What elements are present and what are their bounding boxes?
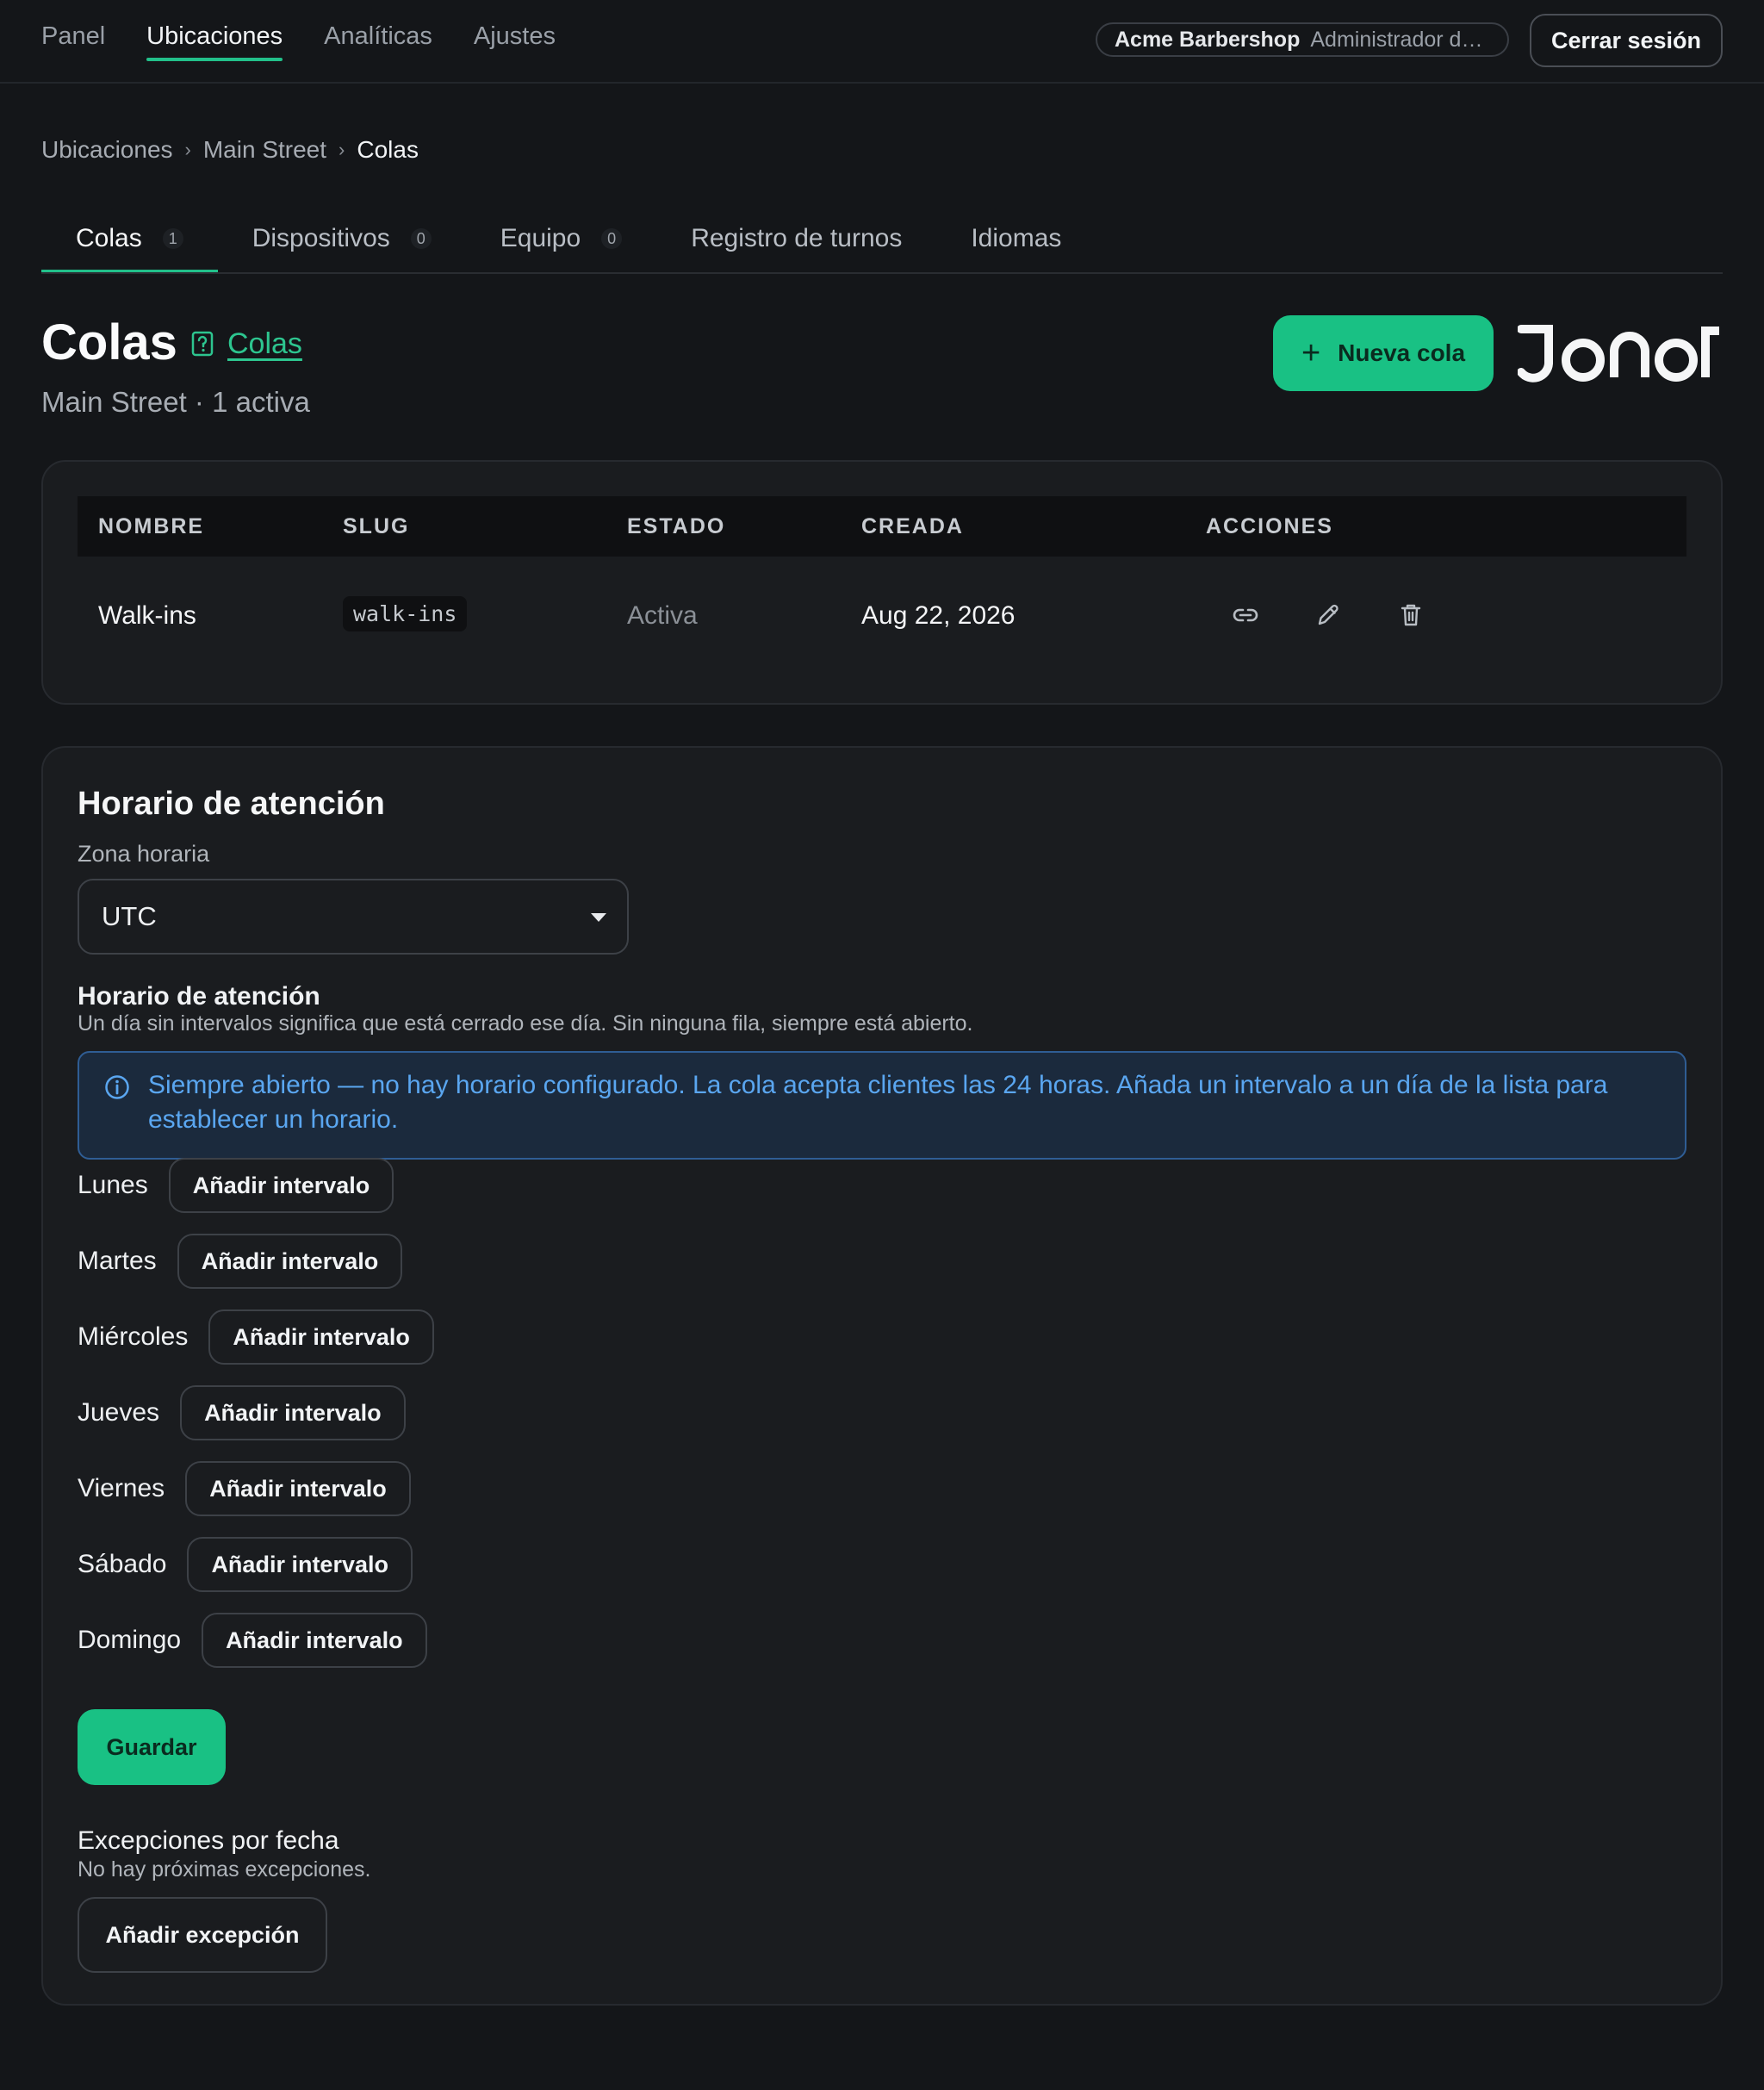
day-row-lunes: Lunes Añadir intervalo — [78, 1158, 394, 1213]
day-label: Jueves — [78, 1398, 160, 1427]
plus-icon: + — [1301, 335, 1321, 371]
tab-idiomas[interactable]: Idiomas — [936, 207, 1096, 271]
table-header: NOMBRE SLUG ESTADO CREADA ACCIONES — [78, 496, 1686, 557]
add-interval-button[interactable]: Añadir intervalo — [208, 1309, 434, 1365]
add-interval-button[interactable]: Añadir intervalo — [185, 1461, 411, 1516]
tab-colas[interactable]: Colas 1 — [41, 207, 218, 272]
breadcrumb-separator: › — [339, 139, 345, 160]
add-exception-button[interactable]: Añadir excepción — [78, 1897, 327, 1973]
org-role: Administrador de... — [1310, 27, 1490, 52]
chevron-down-icon — [591, 913, 606, 922]
breadcrumb-separator: › — [184, 139, 191, 160]
tab-count-badge: 0 — [601, 228, 623, 249]
tab-label: Equipo — [500, 224, 581, 252]
page-subtitle: Main Street · 1 activa — [41, 386, 310, 418]
nav-link-analiticas[interactable]: Analíticas — [324, 22, 432, 54]
location-tabs: Colas 1 Dispositivos 0 Equipo 0 Registro… — [41, 207, 1723, 274]
logout-button[interactable]: Cerrar sesión — [1530, 14, 1723, 67]
timezone-select[interactable]: UTC — [78, 879, 629, 955]
docs-link[interactable]: Colas — [227, 327, 302, 361]
add-interval-button[interactable]: Añadir intervalo — [177, 1234, 403, 1289]
nav-link-ubicaciones[interactable]: Ubicaciones — [146, 22, 283, 61]
day-label: Martes — [78, 1247, 157, 1275]
tab-label: Idiomas — [971, 224, 1062, 252]
day-row-sabado: Sábado Añadir intervalo — [78, 1537, 413, 1592]
tab-count-badge: 0 — [410, 228, 432, 249]
timezone-label: Zona horaria — [78, 841, 210, 867]
exceptions-empty-text: No hay próximas excepciones. — [78, 1857, 371, 1882]
breadcrumb-item-current: Colas — [357, 136, 419, 163]
exceptions-title: Excepciones por fecha — [78, 1826, 339, 1855]
queue-slug-cell: walk-ins — [343, 596, 468, 631]
brand-logo — [1518, 325, 1719, 383]
column-header-acciones: ACCIONES — [1206, 513, 1333, 538]
tab-label: Registro de turnos — [691, 224, 903, 252]
day-row-viernes: Viernes Añadir intervalo — [78, 1461, 411, 1516]
schedule-section-title: Horario de atención — [78, 982, 320, 1011]
new-queue-button[interactable]: + Nueva cola — [1273, 315, 1494, 391]
day-row-miercoles: Miércoles Añadir intervalo — [78, 1309, 434, 1365]
opening-hours-title: Horario de atención — [78, 786, 385, 822]
nav-link-ajustes[interactable]: Ajustes — [474, 22, 556, 54]
breadcrumb-item-ubicaciones[interactable]: Ubicaciones — [41, 136, 173, 164]
add-interval-button[interactable]: Añadir intervalo — [168, 1158, 394, 1213]
day-label: Viernes — [78, 1474, 165, 1502]
page: Panel Ubicaciones Analíticas Ajustes Acm… — [0, 0, 1764, 2090]
schedule-section-description: Un día sin intervalos significa que está… — [78, 1011, 973, 1036]
nav-link-panel[interactable]: Panel — [41, 22, 105, 54]
opening-hours-card: Horario de atención Zona horaria UTC Hor… — [41, 746, 1723, 2006]
tab-registro-de-turnos[interactable]: Registro de turnos — [656, 207, 936, 271]
day-label: Domingo — [78, 1626, 182, 1654]
tab-label: Colas — [76, 224, 142, 252]
day-label: Miércoles — [78, 1322, 189, 1351]
queue-created-cell: Aug 22, 2026 — [861, 601, 1016, 630]
page-title: Colas — [41, 314, 177, 370]
link-icon[interactable] — [1230, 600, 1261, 631]
add-interval-button[interactable]: Añadir intervalo — [202, 1613, 427, 1668]
queue-name-cell: Walk-ins — [98, 601, 196, 630]
day-row-martes: Martes Añadir intervalo — [78, 1234, 403, 1289]
day-row-domingo: Domingo Añadir intervalo — [78, 1613, 427, 1668]
new-queue-label: Nueva cola — [1338, 339, 1466, 366]
tab-count-badge: 1 — [162, 228, 183, 249]
org-name: Acme Barbershop — [1115, 27, 1301, 52]
timezone-value: UTC — [102, 901, 157, 931]
day-label: Sábado — [78, 1550, 167, 1578]
column-header-slug[interactable]: SLUG — [343, 514, 409, 539]
day-row-jueves: Jueves Añadir intervalo — [78, 1385, 406, 1440]
column-header-nombre[interactable]: NOMBRE — [98, 514, 204, 539]
help-doc-icon — [191, 331, 214, 357]
save-button[interactable]: Guardar — [78, 1709, 226, 1785]
add-interval-button[interactable]: Añadir intervalo — [187, 1537, 413, 1592]
day-label: Lunes — [78, 1171, 148, 1199]
pencil-icon[interactable] — [1313, 600, 1344, 631]
column-header-estado[interactable]: ESTADO — [627, 514, 725, 539]
tab-equipo[interactable]: Equipo 0 — [466, 207, 656, 271]
nav-links: Panel Ubicaciones Analíticas Ajustes — [41, 0, 556, 76]
breadcrumb-item-location[interactable]: Main Street — [203, 136, 326, 164]
always-open-alert: Siempre abierto — no hay horario configu… — [78, 1051, 1686, 1160]
add-interval-button[interactable]: Añadir intervalo — [180, 1385, 406, 1440]
breadcrumb: Ubicaciones › Main Street › Colas — [41, 136, 419, 164]
tab-dispositivos[interactable]: Dispositivos 0 — [218, 207, 466, 271]
column-header-creada: CREADA — [861, 513, 964, 538]
info-icon — [105, 1075, 129, 1099]
org-switcher[interactable]: Acme Barbershop Administrador de... — [1096, 22, 1509, 57]
queue-status-cell: Activa — [627, 601, 698, 630]
queues-table-card: NOMBRE SLUG ESTADO CREADA ACCIONES Walk-… — [41, 460, 1723, 705]
top-nav: Panel Ubicaciones Analíticas Ajustes Acm… — [0, 0, 1764, 84]
tab-label: Dispositivos — [252, 224, 390, 252]
always-open-message: Siempre abierto — no hay horario configu… — [148, 1071, 1608, 1134]
trash-icon[interactable] — [1395, 600, 1426, 631]
